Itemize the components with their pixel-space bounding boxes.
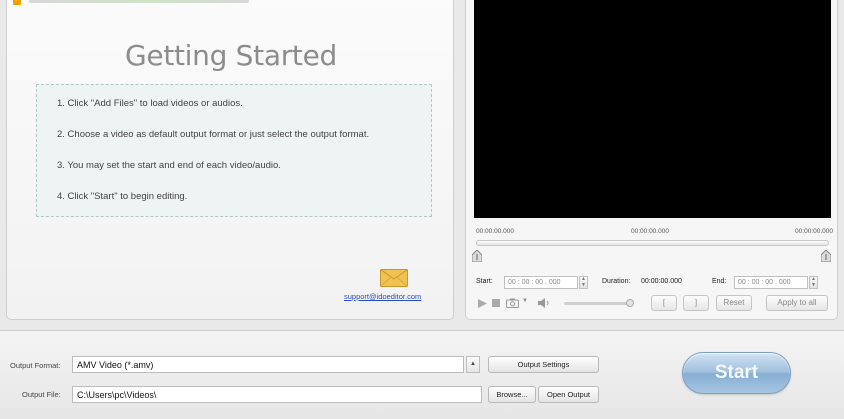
seek-bar[interactable] <box>476 240 829 246</box>
output-file-input[interactable]: C:\Users\pc\Videos\ <box>72 386 482 403</box>
duration-value: 00:00:00.000 <box>641 278 682 285</box>
timeline-start-time: 00:00:00.000 <box>476 228 514 235</box>
snapshot-icon[interactable] <box>506 298 519 308</box>
mark-out-button[interactable]: ] <box>683 295 709 311</box>
timeline-end-time: 00:00:00.000 <box>795 228 833 235</box>
output-file-label: Output File: <box>22 390 61 399</box>
start-button[interactable]: Start <box>682 352 791 394</box>
getting-started-panel: Getting Started 1. Click "Add Files" to … <box>6 0 454 320</box>
logo-icon <box>13 0 21 5</box>
step-3: 3. You may set the start and end of each… <box>57 160 281 171</box>
start-label: Start: <box>476 278 493 285</box>
end-time-input[interactable]: 00 : 00 : 00 . 000 <box>734 276 808 289</box>
start-marker-icon[interactable] <box>472 250 482 262</box>
start-time-spinner[interactable]: ▲ ▼ <box>579 276 588 289</box>
reset-button[interactable]: Reset <box>716 295 752 311</box>
getting-started-title: Getting Started <box>125 39 337 72</box>
step-2: 2. Choose a video as default output form… <box>57 129 370 140</box>
duration-label: Duration: <box>602 278 631 285</box>
timeline-timecodes: 00:00:00.000 00:00:00.000 00:00:00.000 <box>476 228 833 238</box>
step-4: 4. Click "Start" to begin editing. <box>57 191 188 202</box>
end-marker-icon[interactable] <box>821 250 831 262</box>
step-1: 1. Click "Add Files" to load videos or a… <box>57 98 243 109</box>
output-format-select[interactable]: AMV Video (*.amv) <box>72 356 464 373</box>
start-time-input[interactable]: 00 : 00 : 00 . 000 <box>504 276 578 289</box>
mark-in-button[interactable]: [ <box>651 295 677 311</box>
video-preview[interactable] <box>474 0 831 218</box>
snapshot-dropdown-icon[interactable]: ▼ <box>522 298 528 304</box>
logo-banner <box>29 0 249 3</box>
volume-slider-thumb[interactable] <box>626 299 634 307</box>
open-output-button[interactable]: Open Output <box>538 386 599 403</box>
end-label: End: <box>712 278 727 285</box>
output-settings-button[interactable]: Output Settings <box>488 356 599 373</box>
mail-icon[interactable] <box>380 269 408 287</box>
play-icon[interactable] <box>478 299 487 308</box>
volume-slider[interactable] <box>564 302 630 305</box>
end-time-spinner[interactable]: ▲ ▼ <box>809 276 818 289</box>
output-format-label: Output Format: <box>10 361 61 370</box>
preview-panel: 00:00:00.000 00:00:00.000 00:00:00.000 S… <box>465 0 838 320</box>
steps-box: 1. Click "Add Files" to load videos or a… <box>36 84 432 217</box>
stop-icon[interactable] <box>492 299 500 307</box>
trim-row: Start: 00 : 00 : 00 . 000 ▲ ▼ Duration: 0… <box>476 276 832 290</box>
format-dropdown-arrow-icon[interactable]: ▲ <box>466 356 480 373</box>
timeline-current-time: 00:00:00.000 <box>631 228 669 235</box>
browse-button[interactable]: Browse... <box>488 386 536 403</box>
volume-icon[interactable] <box>538 298 550 308</box>
support-email-link[interactable]: support@idoeditor.com <box>344 292 421 301</box>
apply-to-all-button[interactable]: Apply to all <box>766 295 828 311</box>
playback-controls: ▼ [ ] Reset Apply to all <box>476 295 832 311</box>
